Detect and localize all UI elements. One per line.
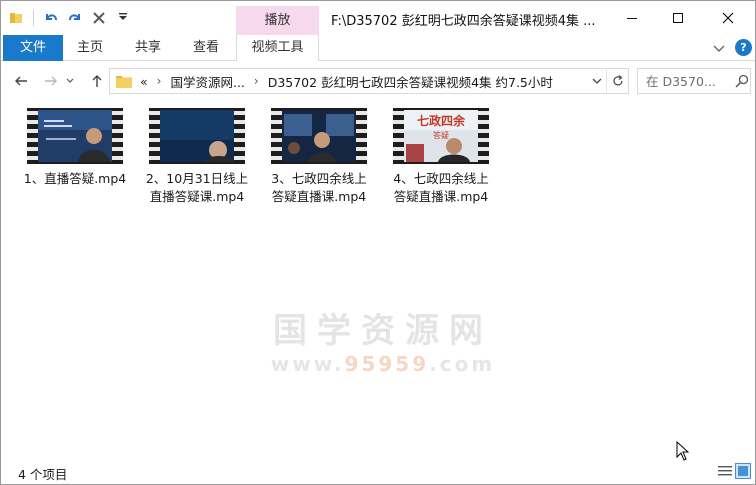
thumbnail-frame — [282, 110, 356, 162]
address-bar[interactable]: « › 国学资源网... › D35702 彭红明七政四余答疑课视频4集 约7.… — [109, 68, 629, 94]
tab-home[interactable]: 主页 — [65, 35, 115, 61]
details-view-icon[interactable] — [717, 463, 733, 479]
watermark-url: www.95959.com — [263, 351, 503, 377]
customize-toolbar-chevron-icon[interactable] — [114, 9, 132, 27]
video-thumbnail[interactable] — [27, 108, 123, 164]
file-item[interactable]: 1、直播答疑.mp4 — [19, 108, 131, 188]
folder-properties-icon[interactable] — [7, 9, 25, 27]
maximize-button[interactable] — [655, 1, 701, 35]
large-icons-view-icon[interactable] — [735, 463, 751, 479]
back-arrow-icon — [15, 76, 27, 86]
delete-icon[interactable] — [90, 9, 108, 27]
file-item[interactable]: 2、10月31日线上直播答疑课.mp4 — [141, 108, 253, 206]
chevron-down-icon — [66, 78, 74, 83]
file-name[interactable]: 3、七政四余线上答疑直播课.mp4 — [263, 170, 375, 206]
watermark-url-suffix: .com — [429, 352, 496, 376]
navigation-bar: « › 国学资源网... › D35702 彭红明七政四余答疑课视频4集 约7.… — [1, 64, 755, 98]
tab-file[interactable]: 文件 — [3, 35, 63, 61]
maximize-icon — [673, 13, 683, 23]
watermark-url-digits: 95959 — [344, 352, 430, 376]
quick-access-toolbar — [7, 7, 132, 29]
video-thumbnail[interactable] — [271, 108, 367, 164]
forward-button[interactable] — [41, 71, 61, 91]
search-box[interactable] — [637, 68, 751, 94]
file-item[interactable]: 七政四余 答疑 4、七政四余线上答疑直播课.mp4 — [385, 108, 497, 206]
title-bar: 播放 F:\D35702 彭红明七政四余答疑课视频4集 ... — [1, 1, 755, 35]
video-thumbnail[interactable]: 七政四余 答疑 — [393, 108, 489, 164]
recent-locations-button[interactable] — [63, 71, 77, 91]
tab-video-tools[interactable]: 视频工具 — [236, 35, 319, 61]
file-name[interactable]: 4、七政四余线上答疑直播课.mp4 — [385, 170, 497, 206]
item-count: 4 个项目 — [18, 467, 68, 482]
file-list-pane: 1、直播答疑.mp4 2、10月31日线上直播答疑课.mp4 3、七政四余线上答… — [1, 98, 755, 456]
watermark-url-prefix: www. — [270, 352, 345, 376]
thumbnail-banner-text: 七政四余 — [417, 113, 466, 128]
thumbnail-sub-text: 答疑 — [433, 130, 449, 140]
address-history-dropdown-icon[interactable] — [590, 74, 604, 88]
minimize-button[interactable] — [609, 1, 655, 35]
expand-ribbon-chevron-icon[interactable] — [711, 40, 727, 56]
file-name[interactable]: 2、10月31日线上直播答疑课.mp4 — [141, 170, 253, 206]
close-button[interactable] — [701, 1, 755, 35]
window-title: F:\D35702 彭红明七政四余答疑课视频4集 ... — [331, 14, 596, 29]
thumbnail-frame — [38, 110, 112, 162]
mouse-cursor-icon — [676, 441, 690, 461]
refresh-icon — [612, 75, 623, 86]
tab-view[interactable]: 查看 — [181, 35, 231, 61]
status-bar: 4 个项目 — [1, 459, 755, 484]
thumbnail-frame: 七政四余 答疑 — [404, 110, 478, 162]
close-icon — [722, 12, 734, 24]
help-button[interactable]: ? — [735, 39, 752, 56]
file-item[interactable]: 3、七政四余线上答疑直播课.mp4 — [263, 108, 375, 206]
breadcrumb-current[interactable]: D35702 彭红明七政四余答疑课视频4集 约7.5小时 — [268, 72, 553, 91]
video-thumbnail[interactable] — [149, 108, 245, 164]
watermark: 国学资源网 www.95959.com — [263, 311, 503, 377]
breadcrumb-separator-icon: › — [156, 74, 162, 88]
ribbon-tab-bar: 文件 主页 共享 查看 视频工具 ? — [1, 35, 755, 61]
tab-share[interactable]: 共享 — [123, 35, 173, 61]
qat-divider — [33, 10, 34, 26]
explorer-window: 播放 F:\D35702 彭红明七政四余答疑课视频4集 ... 文件 主页 共享… — [0, 0, 756, 485]
up-button[interactable] — [87, 71, 107, 91]
search-icon[interactable] — [734, 73, 750, 89]
refresh-button[interactable] — [606, 69, 628, 93]
up-arrow-icon — [92, 75, 102, 87]
forward-arrow-icon — [45, 76, 57, 86]
undo-icon[interactable] — [42, 9, 60, 27]
back-button[interactable] — [11, 71, 31, 91]
file-name[interactable]: 1、直播答疑.mp4 — [19, 170, 131, 188]
context-tab-header-play[interactable]: 播放 — [236, 6, 319, 35]
breadcrumb-overflow[interactable]: « — [140, 74, 148, 89]
breadcrumb-parent[interactable]: 国学资源网... — [170, 72, 244, 91]
breadcrumb-separator-icon[interactable]: › — [254, 74, 259, 88]
thumbnail-frame — [160, 110, 234, 162]
watermark-title: 国学资源网 — [273, 311, 493, 351]
search-input[interactable] — [646, 73, 734, 89]
redo-icon[interactable] — [66, 9, 84, 27]
minimize-icon — [627, 18, 637, 19]
folder-icon — [116, 76, 132, 88]
